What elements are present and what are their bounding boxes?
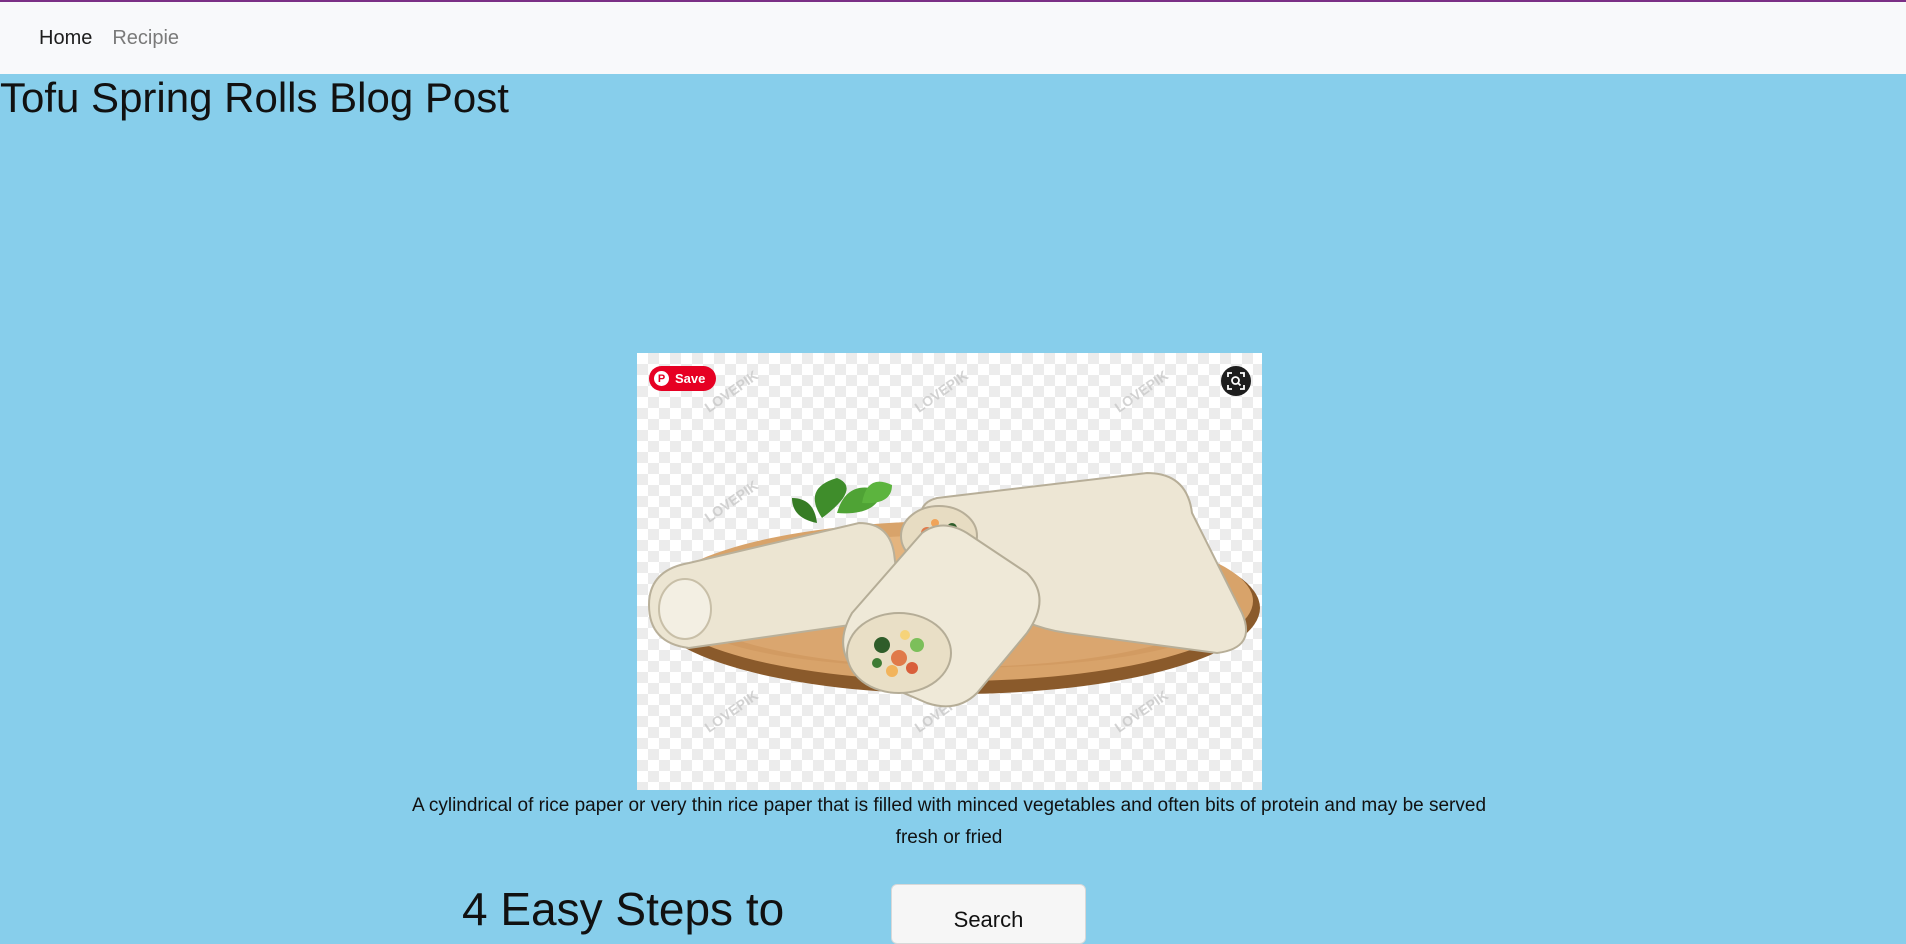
search-button[interactable]: Search [891, 884, 1086, 944]
image-caption: A cylindrical of rice paper or very thin… [411, 795, 1487, 848]
pin-save-label: Save [675, 371, 706, 386]
page-title: Tofu Spring Rolls Blog Post [0, 74, 509, 121]
watermark: LOVEPIK [702, 477, 762, 525]
spring-rolls-photo: LOVEPIK LOVEPIK LOVEPIK LOVEPIK LOVEPIK … [637, 353, 1262, 790]
watermark: LOVEPIK [1112, 687, 1172, 735]
nav-home-link[interactable]: Home [39, 27, 92, 50]
navbar: Home Recipie [0, 2, 1906, 74]
visual-search-icon [1227, 372, 1245, 390]
visual-search-button[interactable] [1221, 366, 1251, 396]
pinterest-icon: P [654, 371, 669, 386]
nav-recipe-link[interactable]: Recipie [112, 27, 179, 50]
watermark: LOVEPIK [1112, 367, 1172, 415]
pinterest-save-button[interactable]: P Save [649, 366, 716, 391]
watermark: LOVEPIK [702, 687, 762, 735]
steps-heading: 4 Easy Steps to [462, 883, 785, 935]
watermark: LOVEPIK [912, 367, 972, 415]
spring-rolls-illustration: LOVEPIK LOVEPIK LOVEPIK LOVEPIK LOVEPIK … [647, 367, 1260, 735]
